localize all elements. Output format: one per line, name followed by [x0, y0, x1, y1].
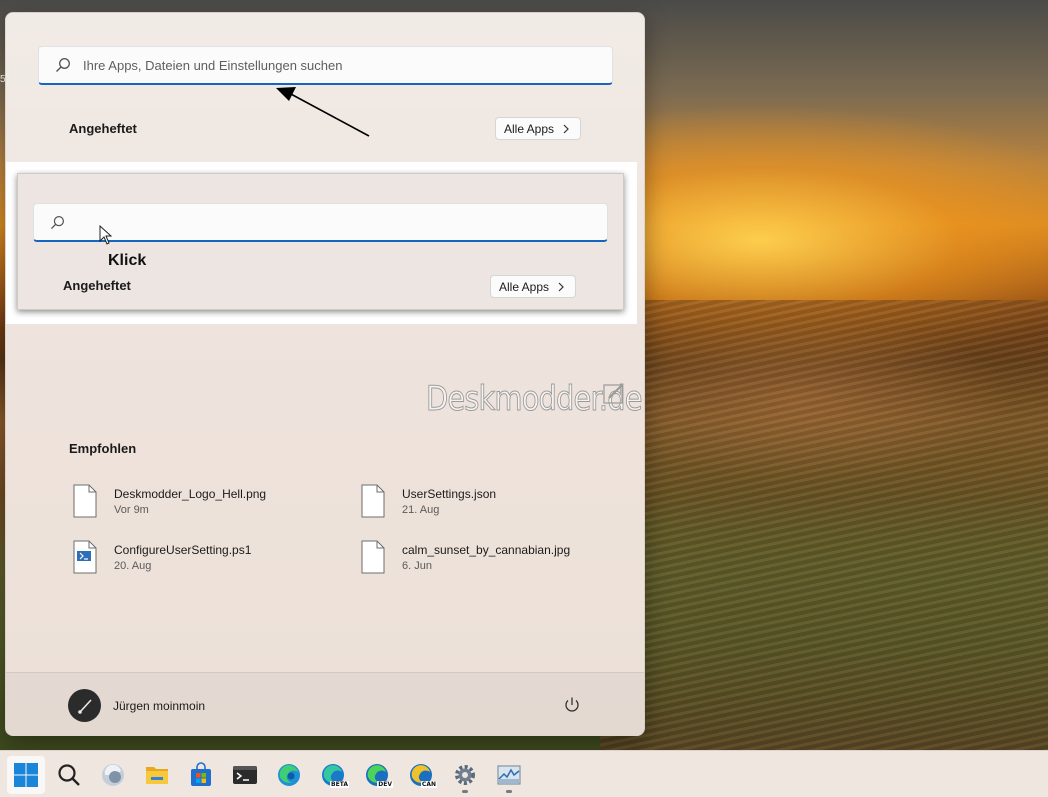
pinned-title: Angeheftet	[69, 121, 137, 136]
recommended-title: Empfohlen	[69, 441, 137, 456]
user-account-button[interactable]: Jürgen moinmoin	[68, 689, 205, 722]
recommended-item-name: calm_sunset_by_cannabian.jpg	[402, 542, 571, 557]
inset-all-apps-label: Alle Apps	[499, 279, 550, 294]
edge-beta-badge: BETA	[330, 781, 349, 788]
widgets-icon	[102, 764, 124, 786]
wallpaper-field	[600, 300, 1048, 750]
gear-icon	[455, 765, 475, 785]
brush-avatar-icon	[77, 698, 92, 714]
file-icon	[361, 540, 385, 574]
start-menu: Ihre Apps, Dateien und Einstellungen suc…	[5, 12, 645, 736]
recommended-item-name: Deskmodder_Logo_Hell.png	[114, 486, 267, 501]
taskbar-edge-canary-button[interactable]: CAN	[402, 756, 440, 794]
user-name: Jürgen moinmoin	[113, 698, 206, 713]
recommended-item-date: 6. Jun	[402, 559, 432, 572]
recommended-item-date: 21. Aug	[402, 503, 440, 516]
file-icon	[73, 484, 97, 518]
all-apps-label: Alle Apps	[504, 121, 555, 136]
taskbar: BETA DEV CAN	[0, 750, 1048, 797]
terminal-icon	[233, 766, 257, 784]
taskbar-search-button[interactable]	[50, 756, 88, 794]
taskbar-task-manager-button[interactable]	[490, 756, 528, 794]
taskbar-store-button[interactable]	[182, 756, 220, 794]
search-icon	[50, 215, 65, 230]
recommended-item-name: ConfigureUserSetting.ps1	[114, 542, 252, 557]
taskbar-terminal-button[interactable]	[226, 756, 264, 794]
inset-pinned-title: Angeheftet	[63, 278, 131, 293]
taskbar-file-explorer-button[interactable]	[138, 756, 176, 794]
recommended-item-name: UserSettings.json	[402, 486, 497, 501]
recommended-item[interactable]: Deskmodder_Logo_Hell.png Vor 9m	[72, 481, 342, 521]
powershell-script-icon	[73, 540, 97, 574]
chevron-right-icon	[558, 282, 564, 291]
chevron-right-icon	[563, 124, 569, 133]
inset-screenshot: Klick Angeheftet Alle Apps	[17, 173, 624, 310]
recommended-item[interactable]: calm_sunset_by_cannabian.jpg 6. Jun	[360, 537, 630, 577]
search-placeholder: Ihre Apps, Dateien und Einstellungen suc…	[83, 57, 343, 73]
taskbar-edge-button[interactable]	[270, 756, 308, 794]
store-icon	[191, 762, 211, 786]
taskbar-start-button[interactable]	[7, 756, 45, 794]
edge-canary-badge: CAN	[420, 781, 437, 788]
inset-screenshot-frame: Klick Angeheftet Alle Apps	[6, 162, 637, 324]
all-apps-button[interactable]: Alle Apps	[495, 117, 582, 140]
recommended-item[interactable]: UserSettings.json 21. Aug	[360, 481, 630, 521]
taskbar-edge-beta-button[interactable]: BETA	[314, 756, 352, 794]
task-manager-icon	[497, 765, 521, 785]
search-icon	[58, 764, 80, 786]
power-icon[interactable]	[562, 695, 582, 715]
inset-all-apps-button: Alle Apps	[490, 275, 577, 298]
start-menu-footer: Jürgen moinmoin	[6, 672, 644, 735]
click-annotation-label: Klick	[108, 252, 147, 269]
taskbar-settings-button[interactable]	[446, 756, 484, 794]
start-search-box[interactable]: Ihre Apps, Dateien und Einstellungen suc…	[38, 46, 613, 85]
recommended-item-date: Vor 9m	[114, 503, 149, 516]
folder-icon	[146, 767, 168, 784]
recommended-item[interactable]: ConfigureUserSetting.ps1 20. Aug	[72, 537, 342, 577]
running-indicator	[462, 790, 468, 793]
recommended-item-date: 20. Aug	[114, 559, 152, 572]
edge-icon	[278, 764, 300, 786]
running-indicator	[506, 790, 512, 793]
inset-search-box	[33, 203, 608, 242]
edge-dev-badge: DEV	[377, 781, 393, 788]
windows-logo-icon	[14, 763, 38, 787]
file-icon	[361, 484, 385, 518]
taskbar-widgets-button[interactable]	[94, 756, 132, 794]
user-avatar	[68, 689, 101, 722]
mouse-cursor-icon	[99, 225, 113, 245]
pencil-logo-icon	[603, 384, 623, 404]
taskbar-edge-dev-button[interactable]: DEV	[358, 756, 396, 794]
search-icon	[56, 58, 70, 72]
